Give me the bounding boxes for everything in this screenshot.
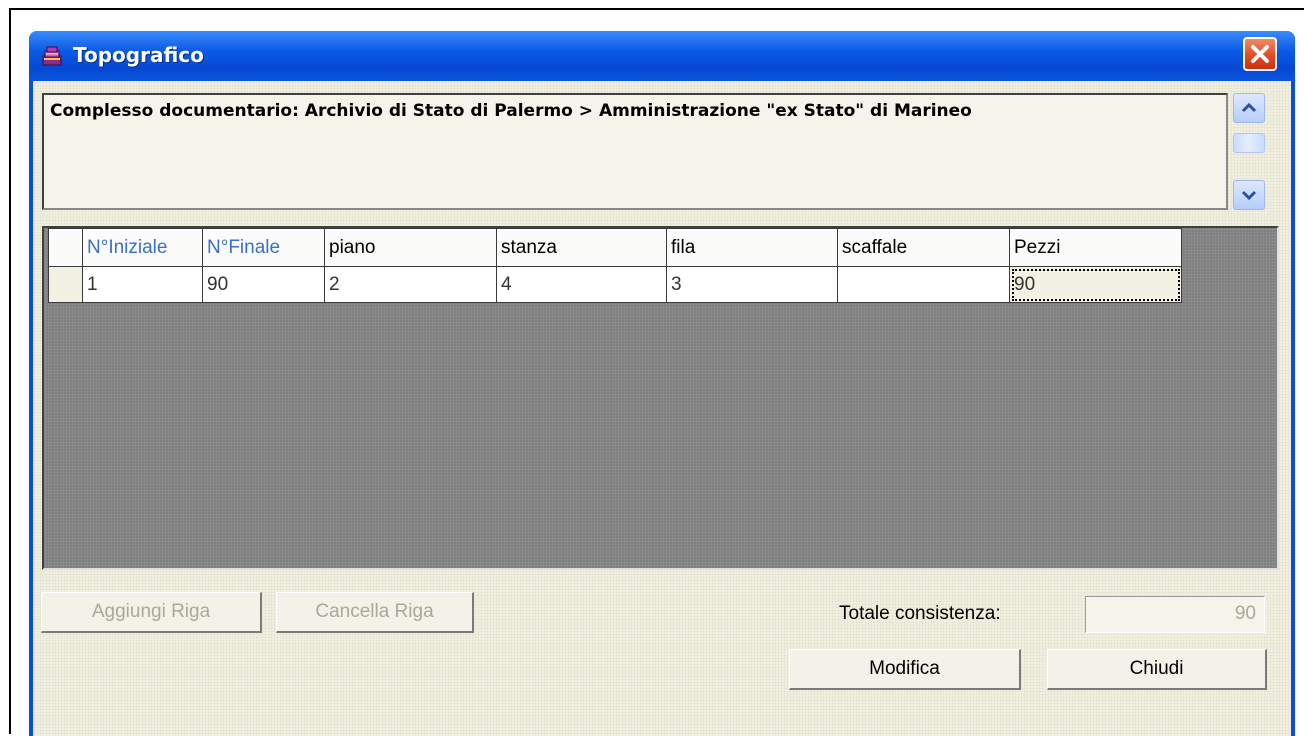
chevron-up-icon bbox=[1241, 102, 1257, 113]
window-title: Topografico bbox=[73, 43, 204, 67]
close-icon bbox=[1251, 45, 1269, 63]
row-selector-header[interactable] bbox=[48, 228, 83, 267]
cell-piano[interactable]: 2 bbox=[324, 266, 497, 303]
chevron-down-icon bbox=[1241, 190, 1257, 201]
path-scrollbar[interactable] bbox=[1233, 93, 1265, 210]
cell-n-iniziale[interactable]: 1 bbox=[82, 266, 203, 303]
title-bar[interactable]: Topografico bbox=[29, 31, 1295, 81]
scroll-up-button[interactable] bbox=[1233, 93, 1265, 123]
modify-button[interactable]: Modifica bbox=[789, 649, 1021, 690]
scroll-thumb[interactable] bbox=[1233, 133, 1265, 153]
path-textbox[interactable]: Complesso documentario: Archivio di Stat… bbox=[42, 93, 1228, 210]
path-text: Complesso documentario: Archivio di Stat… bbox=[50, 101, 972, 121]
cell-fila[interactable]: 3 bbox=[666, 266, 838, 303]
column-header-scaffale[interactable]: scaffale bbox=[837, 228, 1010, 267]
column-header-pezzi[interactable]: Pezzi bbox=[1009, 228, 1182, 267]
window-close-button[interactable] bbox=[1243, 37, 1277, 71]
column-header-stanza[interactable]: stanza bbox=[496, 228, 667, 267]
table-header-row: N°Iniziale N°Finale piano stanza fila sc… bbox=[48, 228, 1182, 267]
topografico-table: N°Iniziale N°Finale piano stanza fila sc… bbox=[48, 228, 1182, 303]
scroll-down-button[interactable] bbox=[1233, 180, 1265, 210]
column-header-n-finale[interactable]: N°Finale bbox=[202, 228, 325, 267]
column-header-n-iniziale[interactable]: N°Iniziale bbox=[82, 228, 203, 267]
total-label: Totale consistenza: bbox=[839, 603, 1001, 624]
delete-row-button[interactable]: Cancella Riga bbox=[276, 592, 474, 633]
table-row[interactable]: 1 90 2 4 3 90 bbox=[48, 266, 1182, 303]
cell-scaffale[interactable] bbox=[837, 266, 1010, 303]
column-header-piano[interactable]: piano bbox=[324, 228, 497, 267]
column-header-fila[interactable]: fila bbox=[666, 228, 838, 267]
row-selector[interactable] bbox=[48, 266, 83, 303]
dialog-client-area: Complesso documentario: Archivio di Stat… bbox=[33, 81, 1291, 736]
add-row-button[interactable]: Aggiungi Riga bbox=[41, 592, 262, 633]
total-field[interactable]: 90 bbox=[1085, 596, 1265, 633]
cell-pezzi[interactable]: 90 bbox=[1009, 266, 1182, 303]
close-button[interactable]: Chiudi bbox=[1047, 649, 1267, 690]
cell-stanza[interactable]: 4 bbox=[496, 266, 667, 303]
topografico-window: Topografico Complesso documentario: Arch… bbox=[29, 31, 1295, 736]
cell-n-finale[interactable]: 90 bbox=[202, 266, 325, 303]
topografico-grid[interactable]: N°Iniziale N°Finale piano stanza fila sc… bbox=[42, 226, 1279, 570]
books-icon bbox=[42, 46, 62, 66]
